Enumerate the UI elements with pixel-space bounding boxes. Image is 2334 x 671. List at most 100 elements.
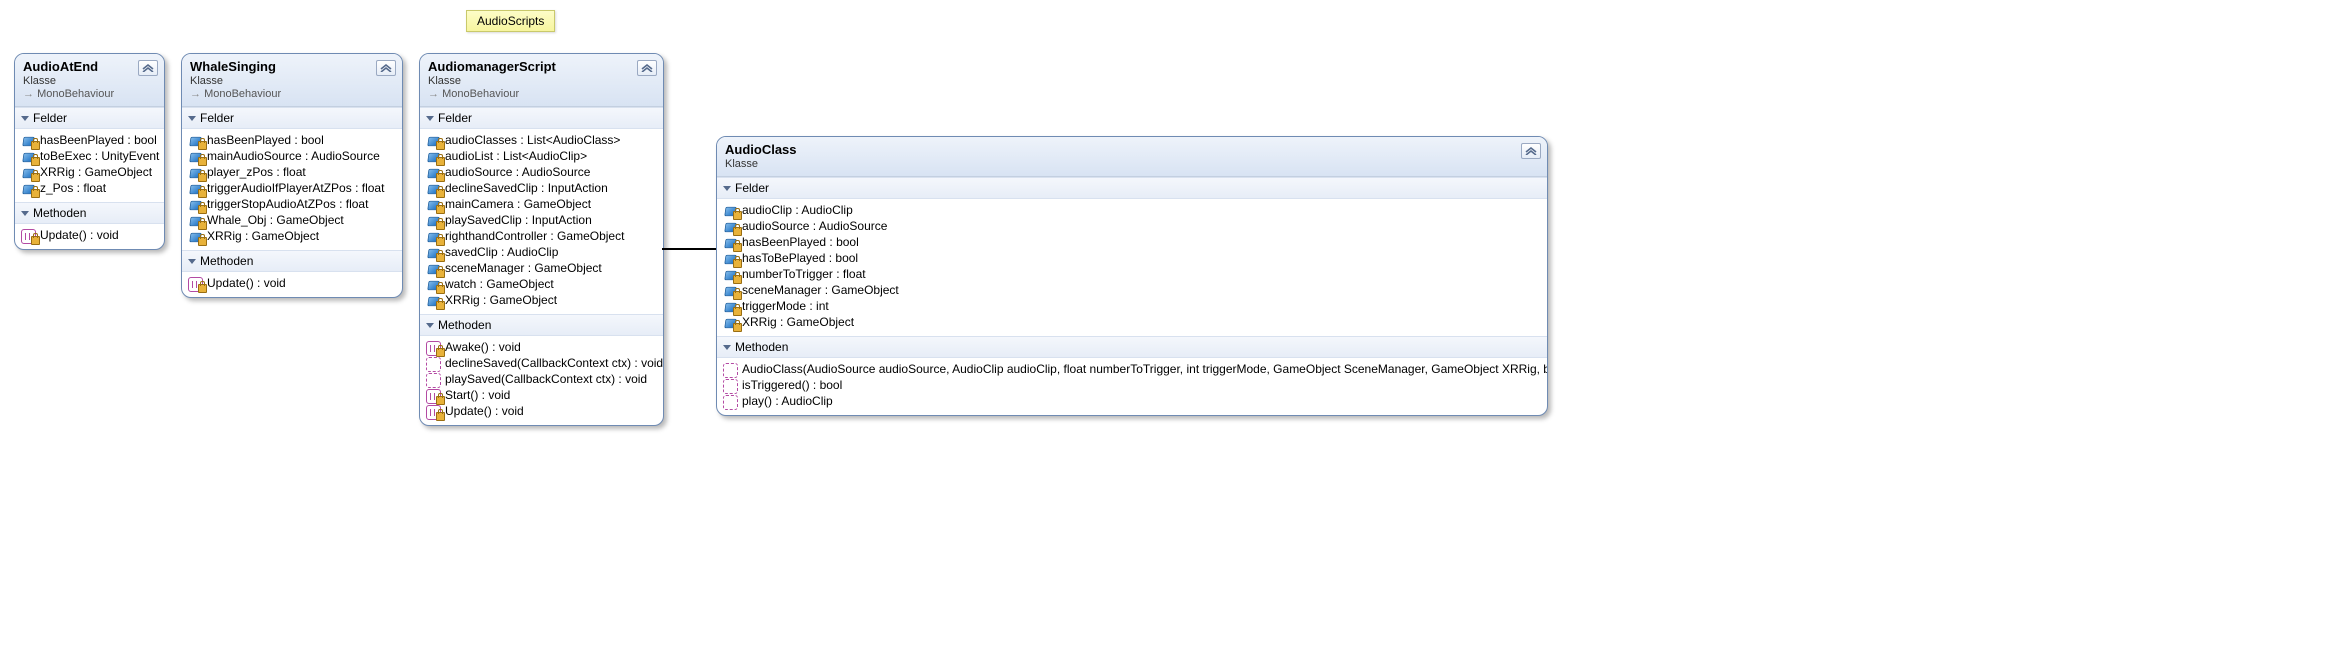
member-signature: hasToBePlayed : bool: [742, 251, 858, 265]
section-methods-body: Update() : void: [15, 224, 164, 249]
member-row[interactable]: righthandController : GameObject: [426, 228, 657, 244]
class-audioclass[interactable]: AudioClassKlasseFelderaudioClip : AudioC…: [716, 136, 1548, 416]
member-signature: XRRig : GameObject: [207, 229, 319, 243]
lock-icon: [733, 243, 742, 252]
member-row[interactable]: watch : GameObject: [426, 276, 657, 292]
section-methods-header[interactable]: Methoden: [182, 250, 402, 272]
member-row[interactable]: Start() : void: [426, 387, 657, 403]
member-row[interactable]: hasBeenPlayed : bool: [723, 234, 1541, 250]
association-line: [662, 244, 718, 254]
member-row[interactable]: playSaved(CallbackContext ctx) : void: [426, 371, 657, 387]
lock-icon: [198, 141, 207, 150]
member-row[interactable]: Awake() : void: [426, 339, 657, 355]
section-methods-body: Awake() : voiddeclineSaved(CallbackConte…: [420, 336, 663, 425]
field-icon: [188, 182, 203, 195]
member-row[interactable]: triggerAudioIfPlayerAtZPos : float: [188, 180, 396, 196]
member-row[interactable]: declineSaved(CallbackContext ctx) : void: [426, 355, 657, 371]
lock-icon: [733, 211, 742, 220]
member-row[interactable]: hasBeenPlayed : bool: [188, 132, 396, 148]
collapse-button[interactable]: [376, 60, 396, 76]
class-base: MonoBehaviour: [23, 88, 156, 100]
member-row[interactable]: mainAudioSource : AudioSource: [188, 148, 396, 164]
section-methods-body: Update() : void: [182, 272, 402, 297]
section-fields-header[interactable]: Felder: [420, 107, 663, 129]
member-row[interactable]: playSavedClip : InputAction: [426, 212, 657, 228]
member-signature: triggerAudioIfPlayerAtZPos : float: [207, 181, 384, 195]
member-signature: isTriggered() : bool: [742, 378, 842, 392]
member-row[interactable]: XRRig : GameObject: [426, 292, 657, 308]
lock-icon: [436, 269, 445, 278]
lock-icon: [31, 236, 40, 245]
section-fields-header[interactable]: Felder: [717, 177, 1547, 199]
member-row[interactable]: triggerMode : int: [723, 298, 1541, 314]
field-icon: [723, 204, 738, 217]
field-icon: [426, 150, 441, 163]
lock-icon: [198, 173, 207, 182]
member-row[interactable]: audioClasses : List<AudioClass>: [426, 132, 657, 148]
method-icon: [426, 341, 441, 354]
member-row[interactable]: Update() : void: [188, 275, 396, 291]
member-row[interactable]: savedClip : AudioClip: [426, 244, 657, 260]
section-title: Methoden: [438, 318, 491, 332]
member-row[interactable]: mainCamera : GameObject: [426, 196, 657, 212]
class-kind: Klasse: [725, 158, 1539, 170]
section-methods-header[interactable]: Methoden: [717, 336, 1547, 358]
member-signature: audioList : List<AudioClip>: [445, 149, 587, 163]
method-icon: [723, 379, 738, 392]
member-row[interactable]: numberToTrigger : float: [723, 266, 1541, 282]
member-row[interactable]: audioSource : AudioSource: [426, 164, 657, 180]
member-row[interactable]: isTriggered() : bool: [723, 377, 1541, 393]
field-icon: [723, 316, 738, 329]
class-header[interactable]: AudioAtEndKlasseMonoBehaviour: [15, 54, 164, 107]
member-signature: watch : GameObject: [445, 277, 554, 291]
section-fields-header[interactable]: Felder: [15, 107, 164, 129]
section-methods-header[interactable]: Methoden: [15, 202, 164, 224]
method-icon: [188, 277, 203, 290]
member-row[interactable]: XRRig : GameObject: [21, 164, 158, 180]
member-row[interactable]: triggerStopAudioAtZPos : float: [188, 196, 396, 212]
field-icon: [426, 134, 441, 147]
member-row[interactable]: player_zPos : float: [188, 164, 396, 180]
member-row[interactable]: sceneManager : GameObject: [723, 282, 1541, 298]
class-header[interactable]: AudioClassKlasse: [717, 137, 1547, 177]
member-signature: z_Pos : float: [40, 181, 106, 195]
member-row[interactable]: hasToBePlayed : bool: [723, 250, 1541, 266]
class-header[interactable]: WhaleSingingKlasseMonoBehaviour: [182, 54, 402, 107]
collapse-button[interactable]: [1521, 143, 1541, 159]
member-row[interactable]: Whale_Obj : GameObject: [188, 212, 396, 228]
section-title: Felder: [33, 111, 67, 125]
namespace-note: AudioScripts: [466, 10, 555, 32]
field-icon: [426, 166, 441, 179]
member-row[interactable]: hasBeenPlayed : bool: [21, 132, 158, 148]
section-title: Methoden: [735, 340, 788, 354]
diagram-canvas: AudioScripts AudioAtEndKlasseMonoBehavio…: [0, 0, 2334, 671]
member-row[interactable]: AudioClass(AudioSource audioSource, Audi…: [723, 361, 1541, 377]
member-row[interactable]: XRRig : GameObject: [188, 228, 396, 244]
class-audiomanagerscript[interactable]: AudiomanagerScriptKlasseMonoBehaviourFel…: [419, 53, 664, 426]
field-icon: [426, 262, 441, 275]
collapse-button[interactable]: [138, 60, 158, 76]
lock-icon: [733, 323, 742, 332]
member-row[interactable]: XRRig : GameObject: [723, 314, 1541, 330]
class-whalesinging[interactable]: WhaleSingingKlasseMonoBehaviourFelder has…: [181, 53, 403, 298]
member-row[interactable]: z_Pos : float: [21, 180, 158, 196]
member-row[interactable]: audioList : List<AudioClip>: [426, 148, 657, 164]
member-signature: audioSource : AudioSource: [445, 165, 590, 179]
member-row[interactable]: play() : AudioClip: [723, 393, 1541, 409]
class-header[interactable]: AudiomanagerScriptKlasseMonoBehaviour: [420, 54, 663, 107]
field-icon: [188, 198, 203, 211]
class-name: AudioClass: [725, 142, 1539, 157]
member-row[interactable]: Update() : void: [426, 403, 657, 419]
member-row[interactable]: toBeExec : UnityEvent: [21, 148, 158, 164]
section-fields-header[interactable]: Felder: [182, 107, 402, 129]
member-row[interactable]: audioClip : AudioClip: [723, 202, 1541, 218]
lock-icon: [436, 141, 445, 150]
field-icon: [188, 166, 203, 179]
collapse-button[interactable]: [637, 60, 657, 76]
member-row[interactable]: Update() : void: [21, 227, 158, 243]
member-row[interactable]: sceneManager : GameObject: [426, 260, 657, 276]
section-methods-header[interactable]: Methoden: [420, 314, 663, 336]
member-row[interactable]: audioSource : AudioSource: [723, 218, 1541, 234]
member-row[interactable]: declineSavedClip : InputAction: [426, 180, 657, 196]
class-audioatend[interactable]: AudioAtEndKlasseMonoBehaviour Felder hasBe…: [14, 53, 165, 250]
